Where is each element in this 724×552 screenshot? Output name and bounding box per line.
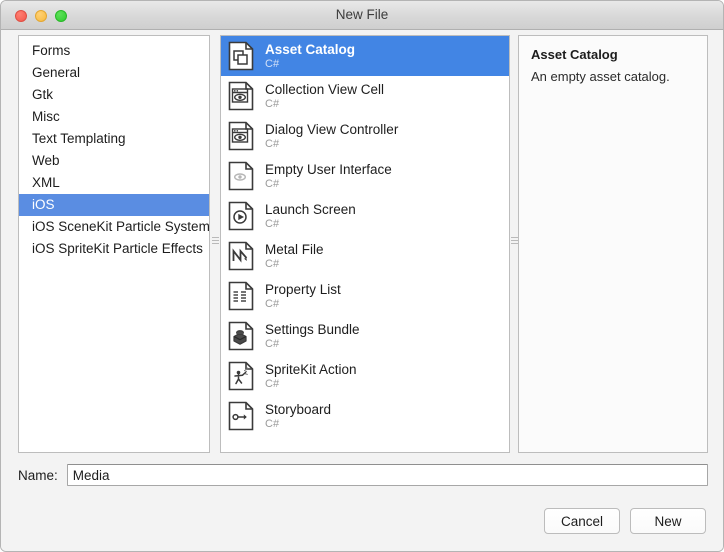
- dialog-content: Forms General Gtk Misc Text Templating W…: [1, 30, 723, 551]
- metal-file-icon: [227, 241, 255, 271]
- template-texts: Empty User Interface C#: [265, 162, 392, 190]
- sidebar-item-label: Web: [32, 153, 60, 168]
- sidebar-item-forms[interactable]: Forms: [19, 40, 209, 62]
- sidebar-item-general[interactable]: General: [19, 62, 209, 84]
- sidebar-item-label: iOS SceneKit Particle Systems: [32, 219, 209, 234]
- template-language: C#: [265, 377, 280, 390]
- sidebar-item-text-templating[interactable]: Text Templating: [19, 128, 209, 150]
- template-texts: Launch Screen C#: [265, 202, 356, 230]
- name-label: Name:: [18, 467, 58, 483]
- template-row-property-list[interactable]: Property List C#: [221, 276, 509, 316]
- detail-description: An empty asset catalog.: [531, 69, 670, 84]
- template-list: Asset Catalog C# Collection View Cell C#…: [221, 36, 509, 452]
- category-sidebar[interactable]: Forms General Gtk Misc Text Templating W…: [18, 35, 210, 453]
- footer-buttons: Cancel New: [544, 508, 706, 534]
- template-language: C#: [265, 257, 280, 270]
- window-title: New File: [335, 7, 389, 22]
- sidebar-item-label: Misc: [32, 109, 60, 124]
- template-texts: Asset Catalog C#: [265, 42, 355, 70]
- template-name: Asset Catalog: [265, 41, 356, 57]
- template-language: C#: [265, 297, 280, 310]
- template-row-collection-view-cell[interactable]: Collection View Cell C#: [221, 76, 509, 116]
- template-language: C#: [265, 337, 280, 350]
- template-name: Storyboard: [265, 401, 332, 417]
- template-texts: Metal File C#: [265, 242, 324, 270]
- new-button[interactable]: New: [630, 508, 706, 534]
- template-row-dialog-view-controller[interactable]: Dialog View Controller C#: [221, 116, 509, 156]
- template-name: Metal File: [265, 241, 324, 257]
- cancel-button[interactable]: Cancel: [544, 508, 620, 534]
- sidebar-item-web[interactable]: Web: [19, 150, 209, 172]
- property-list-icon: [227, 281, 255, 311]
- collection-view-cell-icon: [227, 81, 255, 111]
- sidebar-item-xml[interactable]: XML: [19, 172, 209, 194]
- sidebar-item-label: iOS: [32, 197, 55, 212]
- new-file-dialog-window: New File Forms General Gtk Misc Text Tem…: [0, 0, 724, 552]
- splitter-handle-right[interactable]: [510, 233, 519, 247]
- spritekit-action-icon: [227, 361, 255, 391]
- template-row-asset-catalog[interactable]: Asset Catalog C#: [221, 36, 509, 76]
- template-name: SpriteKit Action: [265, 361, 357, 377]
- dialog-view-controller-icon: [227, 121, 255, 151]
- launch-screen-icon: [227, 201, 255, 231]
- template-row-empty-user-interface[interactable]: Empty User Interface C#: [221, 156, 509, 196]
- detail-title: Asset Catalog: [531, 47, 618, 62]
- template-row-spritekit-action[interactable]: SpriteKit Action C#: [221, 356, 509, 396]
- asset-catalog-icon: [227, 41, 255, 71]
- sidebar-item-label: General: [32, 65, 81, 80]
- template-name: Property List: [265, 281, 341, 297]
- template-language: C#: [265, 137, 280, 150]
- sidebar-item-label: iOS SpriteKit Particle Effects: [32, 241, 203, 256]
- template-name: Dialog View Controller: [265, 121, 399, 137]
- sidebar-item-ios-scenekit-particle-systems[interactable]: iOS SceneKit Particle Systems: [19, 216, 209, 238]
- panes-container: Forms General Gtk Misc Text Templating W…: [18, 35, 708, 453]
- template-language: C#: [265, 97, 280, 110]
- template-row-launch-screen[interactable]: Launch Screen C#: [221, 196, 509, 236]
- template-detail-pane: Asset Catalog An empty asset catalog.: [518, 35, 708, 453]
- template-texts: Property List C#: [265, 282, 341, 310]
- settings-bundle-icon: [227, 321, 255, 351]
- template-name: Settings Bundle: [265, 321, 360, 337]
- template-language: C#: [265, 177, 280, 190]
- category-list: Forms General Gtk Misc Text Templating W…: [19, 36, 209, 260]
- template-row-storyboard[interactable]: Storyboard C#: [221, 396, 509, 436]
- template-language: C#: [265, 57, 280, 70]
- template-language: C#: [265, 217, 280, 230]
- template-row-metal-file[interactable]: Metal File C#: [221, 236, 509, 276]
- template-texts: Dialog View Controller C#: [265, 122, 398, 150]
- template-language: C#: [265, 417, 280, 430]
- template-row-settings-bundle[interactable]: Settings Bundle C#: [221, 316, 509, 356]
- storyboard-icon: [227, 401, 255, 431]
- template-texts: Storyboard C#: [265, 402, 331, 430]
- sidebar-item-misc[interactable]: Misc: [19, 106, 209, 128]
- template-texts: Collection View Cell C#: [265, 82, 384, 110]
- sidebar-item-ios-spritekit-particle-effects[interactable]: iOS SpriteKit Particle Effects: [19, 238, 209, 260]
- detail-content: Asset Catalog An empty asset catalog.: [519, 36, 707, 97]
- template-name: Launch Screen: [265, 201, 356, 217]
- title-bar: New File: [1, 1, 723, 30]
- sidebar-item-label: XML: [32, 175, 60, 190]
- sidebar-item-gtk[interactable]: Gtk: [19, 84, 209, 106]
- splitter-handle-left[interactable]: [211, 233, 220, 247]
- template-name: Collection View Cell: [265, 81, 385, 97]
- sidebar-item-ios[interactable]: iOS: [19, 194, 209, 216]
- template-list-pane[interactable]: Asset Catalog C# Collection View Cell C#…: [220, 35, 510, 453]
- name-input[interactable]: [66, 464, 708, 486]
- template-texts: SpriteKit Action C#: [265, 362, 357, 390]
- template-name: Empty User Interface: [265, 161, 392, 177]
- sidebar-item-label: Forms: [32, 43, 71, 58]
- template-texts: Settings Bundle C#: [265, 322, 360, 350]
- empty-user-interface-icon: [227, 161, 255, 191]
- name-row: Name:: [18, 463, 708, 487]
- sidebar-item-label: Text Templating: [32, 131, 126, 146]
- sidebar-item-label: Gtk: [32, 87, 54, 102]
